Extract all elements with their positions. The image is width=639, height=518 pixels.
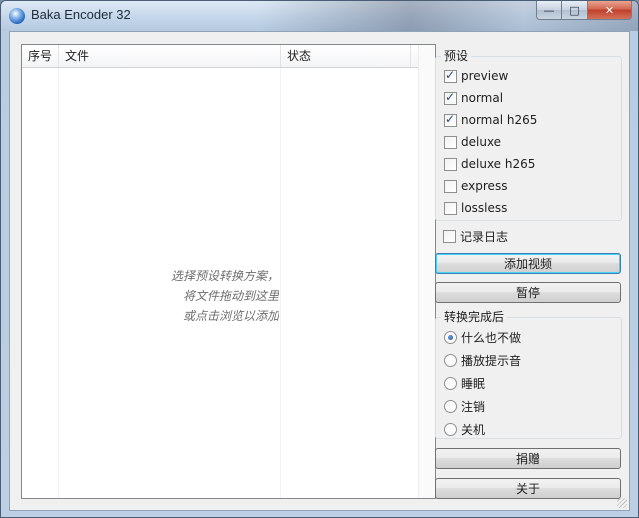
preset-label: deluxe	[461, 135, 502, 149]
preset-normal[interactable]: normal	[444, 88, 503, 108]
resize-grip-icon[interactable]	[617, 498, 627, 508]
checkbox-icon[interactable]	[444, 157, 457, 171]
window-title: Baka Encoder 32	[31, 7, 131, 22]
after-option-sleep[interactable]: 睡眠	[444, 373, 485, 393]
hint-line: 选择预设转换方案，	[170, 269, 279, 283]
file-list-body[interactable]: 选择预设转换方案， 将文件拖动到这里 或点击浏览以添加	[22, 68, 419, 498]
title-bar[interactable]: Baka Encoder 32 — □ ✕	[1, 1, 638, 31]
radio-selected-icon[interactable]	[444, 330, 457, 344]
after-option-label: 播放提示音	[461, 353, 522, 368]
vertical-scrollbar[interactable]	[418, 45, 435, 498]
radio-icon[interactable]	[444, 399, 457, 413]
after-option-do-nothing[interactable]: 什么也不做	[444, 327, 521, 347]
checkbox-icon[interactable]	[444, 179, 457, 193]
preset-label: normal	[461, 91, 504, 105]
checkbox-checked-icon[interactable]	[444, 112, 457, 127]
radio-icon[interactable]	[444, 422, 457, 436]
minimize-button[interactable]: —	[536, 1, 562, 20]
app-logo-icon	[9, 8, 25, 24]
preset-label: preview	[461, 69, 509, 83]
preset-normal-h265[interactable]: normal h265	[444, 110, 537, 130]
close-icon: ✕	[604, 3, 615, 17]
hint-line: 将文件拖动到这里	[182, 289, 279, 303]
log-checkbox[interactable]: 记录日志	[443, 226, 508, 246]
checkbox-icon[interactable]	[443, 229, 456, 243]
preset-label: normal h265	[461, 113, 538, 127]
preset-express[interactable]: express	[444, 176, 507, 196]
after-option-play-sound[interactable]: 播放提示音	[444, 350, 521, 370]
hint-line: 或点击浏览以添加	[182, 309, 279, 323]
after-option-logoff[interactable]: 注销	[444, 396, 485, 416]
column-divider	[58, 68, 59, 498]
after-option-label: 睡眠	[461, 376, 486, 391]
donate-button[interactable]: 捐赠	[435, 448, 621, 469]
preset-deluxe[interactable]: deluxe	[444, 132, 501, 152]
minimize-icon: —	[543, 3, 555, 17]
after-option-label: 什么也不做	[461, 330, 522, 345]
radio-icon[interactable]	[444, 353, 457, 367]
checkbox-icon[interactable]	[444, 135, 457, 149]
file-list[interactable]: 序号 文件 状态 选择预设转换方案， 将文件拖动到这里 或点击浏览以添加	[21, 44, 436, 499]
after-conversion-label: 转换完成后	[441, 309, 508, 325]
preset-label: deluxe h265	[461, 157, 536, 171]
presets-label: 预设	[441, 48, 472, 64]
after-option-label: 注销	[461, 399, 486, 414]
log-label: 记录日志	[460, 229, 509, 244]
checkbox-checked-icon[interactable]	[444, 68, 457, 83]
preset-deluxe-h265[interactable]: deluxe h265	[444, 154, 535, 174]
empty-list-hint: 选择预设转换方案， 将文件拖动到这里 或点击浏览以添加	[122, 266, 279, 326]
app-window: Baka Encoder 32 — □ ✕ 序号 文件 状态 选择预设转换方案，…	[0, 0, 639, 518]
column-header-file[interactable]: 文件	[59, 45, 281, 67]
maximize-icon: □	[569, 3, 580, 17]
pause-button[interactable]: 暂停	[435, 282, 621, 303]
preset-lossless[interactable]: lossless	[444, 198, 507, 218]
checkbox-checked-icon[interactable]	[444, 90, 457, 105]
maximize-button[interactable]: □	[562, 1, 588, 20]
preset-label: express	[461, 179, 508, 193]
close-button[interactable]: ✕	[588, 1, 632, 20]
presets-group: 预设 preview normal normal h265 deluxe del…	[435, 48, 622, 221]
after-option-label: 关机	[461, 422, 486, 437]
about-button[interactable]: 关于	[435, 478, 621, 499]
column-divider	[280, 68, 281, 498]
radio-icon[interactable]	[444, 376, 457, 390]
column-header-status[interactable]: 状态	[281, 45, 411, 67]
caption-buttons: — □ ✕	[536, 1, 632, 21]
after-option-shutdown[interactable]: 关机	[444, 419, 485, 439]
file-list-header: 序号 文件 状态	[22, 45, 419, 68]
preset-label: lossless	[461, 201, 508, 215]
preset-preview[interactable]: preview	[444, 66, 508, 86]
add-video-button[interactable]: 添加视频	[435, 253, 621, 274]
column-header-index[interactable]: 序号	[22, 45, 59, 67]
client-area: 序号 文件 状态 选择预设转换方案， 将文件拖动到这里 或点击浏览以添加 预设 …	[9, 31, 630, 511]
checkbox-icon[interactable]	[444, 201, 457, 215]
after-conversion-group: 转换完成后 什么也不做 播放提示音 睡眠 注销 关机	[435, 309, 622, 439]
